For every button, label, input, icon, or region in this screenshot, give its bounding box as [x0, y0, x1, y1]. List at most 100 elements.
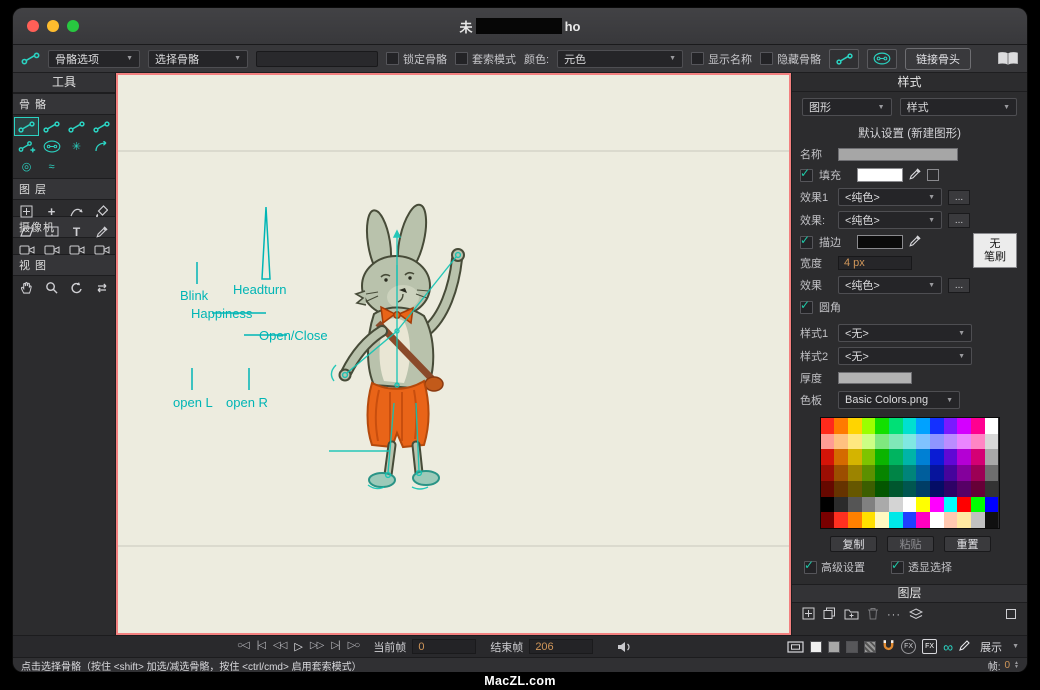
palette-color[interactable] — [944, 418, 958, 434]
tool-camera-pan-icon[interactable] — [89, 240, 114, 259]
checkbox-box[interactable] — [691, 52, 704, 65]
offset-bone-icon-button[interactable] — [829, 49, 859, 69]
palette-color[interactable] — [875, 465, 889, 481]
tool-bone-dynamics-icon[interactable]: ≈ — [39, 157, 64, 176]
palette-color[interactable] — [834, 449, 848, 465]
palette-color[interactable] — [821, 512, 835, 528]
tool-bone-translate-icon[interactable] — [39, 117, 64, 136]
shape-select[interactable]: 图形▼ — [802, 98, 892, 116]
fill-eyedropper-icon[interactable] — [909, 168, 921, 183]
stroke-effect-select[interactable]: <纯色>▼ — [838, 276, 942, 294]
palette-color[interactable] — [848, 449, 862, 465]
stroke-eyedropper-icon[interactable] — [909, 235, 921, 250]
bone-color-dropdown[interactable]: 元色▼ — [557, 50, 683, 68]
palette-color[interactable] — [903, 512, 917, 528]
palette-color[interactable] — [957, 465, 971, 481]
palette-color[interactable] — [930, 434, 944, 450]
palette-color[interactable] — [834, 481, 848, 497]
palette-color[interactable] — [944, 449, 958, 465]
palette-color[interactable] — [957, 434, 971, 450]
lasso-mode-checkbox[interactable]: 套索模式 — [455, 51, 516, 67]
jump-start-button[interactable]: ○◁ — [237, 640, 249, 653]
tool-bone-select-icon[interactable] — [14, 117, 39, 136]
checkbox-box[interactable] — [386, 52, 399, 65]
link-bones-button[interactable]: 链接骨头 — [905, 48, 971, 70]
palette-color[interactable] — [862, 434, 876, 450]
palette-color[interactable] — [848, 497, 862, 513]
palette-color[interactable] — [916, 497, 930, 513]
tool-bone-scale-icon[interactable] — [89, 117, 114, 136]
display-mode-gray-toggle[interactable] — [828, 641, 840, 653]
palette-color[interactable] — [985, 465, 999, 481]
minimize-button[interactable] — [47, 20, 59, 32]
reset-style-button[interactable]: 重置 — [944, 536, 991, 552]
tool-pan-view-icon[interactable] — [14, 278, 39, 297]
fill-mini-swatch[interactable] — [927, 169, 939, 181]
play-button[interactable]: ▷ — [294, 640, 301, 653]
palette-color[interactable] — [916, 418, 930, 434]
palette-color[interactable] — [944, 497, 958, 513]
palette-color[interactable] — [903, 481, 917, 497]
reference-layer-icon[interactable] — [909, 608, 923, 623]
palette-color[interactable] — [862, 497, 876, 513]
new-folder-icon[interactable] — [844, 608, 859, 623]
wireframe-toggle[interactable] — [787, 641, 804, 653]
switch-window-icon[interactable] — [1005, 608, 1017, 623]
stroke-color-swatch[interactable] — [857, 235, 903, 249]
palette-color[interactable] — [903, 497, 917, 513]
bone-name-input[interactable] — [256, 51, 378, 67]
bone-control-blink[interactable]: Blink — [180, 288, 208, 303]
style-select[interactable]: 样式▼ — [900, 98, 1017, 116]
palette-color[interactable] — [821, 481, 835, 497]
palette-color[interactable] — [957, 497, 971, 513]
palette-color[interactable] — [971, 481, 985, 497]
palette-color[interactable] — [821, 418, 835, 434]
tool-orbit-view-icon[interactable] — [89, 278, 114, 297]
palette-color[interactable] — [971, 497, 985, 513]
palette-color[interactable] — [848, 481, 862, 497]
stroke-width-input[interactable]: 4 px — [838, 256, 912, 270]
select-bone-dropdown[interactable]: 选择骨骼▼ — [148, 50, 248, 68]
bone-control-headturn[interactable]: Headturn — [233, 282, 286, 297]
jump-end-button[interactable]: ▷○ — [348, 640, 360, 653]
palette-color[interactable] — [821, 465, 835, 481]
palette-color[interactable] — [916, 465, 930, 481]
fill-color-swatch[interactable] — [857, 168, 903, 182]
display-select[interactable]: 展示▼ — [980, 639, 1019, 655]
palette-color[interactable] — [985, 418, 999, 434]
palette-color[interactable] — [903, 418, 917, 434]
palette-color[interactable] — [889, 418, 903, 434]
fill-effect1-more-button[interactable]: ... — [948, 190, 970, 205]
tool-bone-add-icon[interactable] — [14, 137, 39, 156]
no-brush-button[interactable]: 无 笔刷 — [973, 233, 1017, 268]
tool-follow-path-icon[interactable] — [64, 202, 89, 221]
duplicate-layer-icon[interactable] — [823, 607, 836, 623]
onion-skin-icon[interactable]: ∞ — [943, 642, 953, 652]
palette-color[interactable] — [944, 512, 958, 528]
step-forward-button[interactable]: ▷▷ — [310, 640, 323, 653]
palette-color[interactable] — [916, 512, 930, 528]
palette-color[interactable] — [821, 497, 835, 513]
tool-bone-strength-icon[interactable]: ◎ — [14, 157, 39, 176]
reference-book-icon[interactable] — [997, 51, 1019, 66]
palette-color[interactable] — [971, 449, 985, 465]
fill-checkbox[interactable] — [800, 169, 813, 182]
checkbox-box[interactable] — [760, 52, 773, 65]
bone-control-happiness[interactable]: Happiness — [191, 306, 252, 321]
palette-color[interactable] — [971, 465, 985, 481]
shape-name-input[interactable] — [838, 148, 958, 161]
speaker-icon[interactable] — [617, 641, 632, 653]
palette-color[interactable] — [930, 512, 944, 528]
bone-options-dropdown[interactable]: 骨骼选项▼ — [48, 50, 140, 68]
palette-color[interactable] — [930, 449, 944, 465]
close-button[interactable] — [27, 20, 39, 32]
palette-color[interactable] — [903, 434, 917, 450]
swatch-file-select[interactable]: Basic Colors.png▼ — [838, 391, 960, 409]
palette-color[interactable] — [889, 434, 903, 450]
palette-color[interactable] — [875, 449, 889, 465]
tool-bind-points-icon[interactable]: ✳ — [64, 137, 89, 156]
translucent-selection-checkbox[interactable]: 透显选择 — [891, 559, 952, 575]
palette-color[interactable] — [889, 481, 903, 497]
bind-bone-icon-button[interactable] — [867, 49, 897, 69]
palette-color[interactable] — [916, 434, 930, 450]
